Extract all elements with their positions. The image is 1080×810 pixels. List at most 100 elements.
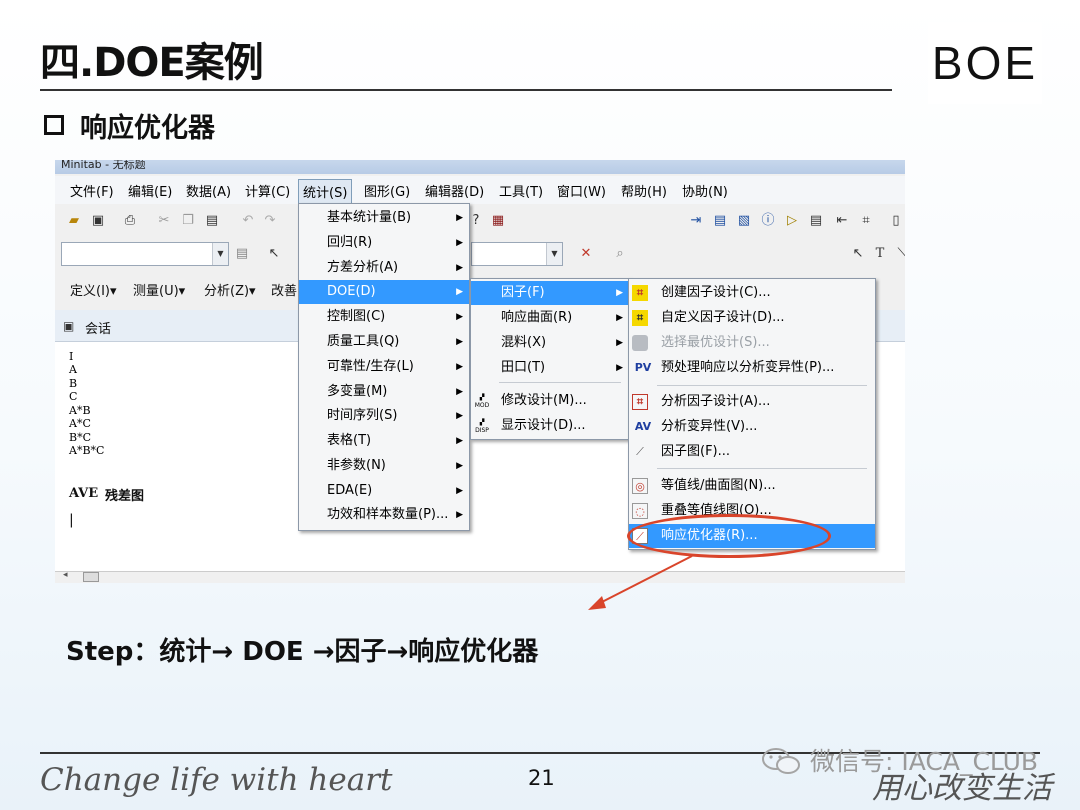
submenu-arrow-icon: ▶ (456, 461, 463, 471)
menu-file[interactable]: 文件(F) (70, 181, 114, 200)
menu-item-control-charts[interactable]: 控制图(C) ▶ (299, 305, 469, 329)
measure-dropdown[interactable]: 测量(U)▾ (133, 280, 185, 299)
menu-item-factorial[interactable]: 因子(F) ▶ (471, 281, 629, 305)
session-line: C (69, 390, 78, 403)
submenu-arrow-icon: ▶ (456, 486, 463, 496)
session-icon[interactable]: ⇥ (687, 212, 705, 230)
delete-icon[interactable]: ✕ (577, 245, 595, 263)
graph-combo[interactable]: ▼ (471, 242, 563, 266)
layout-icon[interactable]: ⌗ (857, 212, 875, 230)
horizontal-scrollbar[interactable] (55, 571, 905, 583)
line-tool-icon[interactable]: ⟍ (893, 245, 905, 263)
factorial-plot-icon: ⟋ (636, 445, 644, 458)
menu-item-taguchi[interactable]: 田口(T) ▶ (471, 356, 629, 380)
menu-stat[interactable]: 统计(S) (298, 179, 353, 204)
menu-item-analyze-variability[interactable]: AV 分析变异性(V)... (629, 415, 875, 439)
scroll-thumb[interactable] (83, 572, 99, 582)
zoom-icon[interactable]: ⌕ (611, 245, 629, 263)
factorial-submenu: ⌗ 创建因子设计(C)... ⌗ 自定义因子设计(D)... 选择最优设计(S)… (628, 278, 876, 550)
modify-design-icon: ▞ MOD (474, 394, 490, 409)
menu-item-mixture[interactable]: 混料(X) ▶ (471, 331, 629, 355)
open-icon[interactable]: ▰ (65, 212, 83, 230)
graph-folder-icon[interactable]: ▧ (735, 212, 753, 230)
menu-graph[interactable]: 图形(G) (364, 181, 410, 200)
more-icon[interactable]: ▯ (887, 212, 905, 230)
menu-window[interactable]: 窗口(W) (557, 181, 606, 200)
menu-item-nonparametrics[interactable]: 非参数(N) ▶ (299, 454, 469, 478)
menu-item-multivariate[interactable]: 多变量(M) ▶ (299, 380, 469, 404)
column-combo[interactable]: ▼ (61, 242, 229, 266)
menu-item-contour-surface[interactable]: ◎ 等值线/曲面图(N)... (629, 474, 875, 498)
submenu-arrow-icon: ▶ (456, 411, 463, 421)
ave-label: AVE (69, 486, 99, 501)
doe-submenu: 因子(F) ▶ 响应曲面(R) ▶ 混料(X) ▶ 田口(T) ▶ ▞ MOD 修改设计(… (470, 278, 630, 440)
menu-edit[interactable]: 编辑(E) (128, 181, 172, 200)
menu-item-quality-tools[interactable]: 质量工具(Q) ▶ (299, 330, 469, 354)
text-cursor: | (69, 512, 74, 528)
menu-item-custom-factorial[interactable]: ⌗ 自定义因子设计(D)... (629, 306, 875, 330)
chevron-down-icon: ▼ (212, 243, 228, 265)
print-icon[interactable]: ⎙ (121, 212, 139, 230)
menu-calc[interactable]: 计算(C) (245, 181, 290, 200)
menu-item-preprocess[interactable]: PV 预处理响应以分析变异性(P)... (629, 356, 875, 380)
paste-icon[interactable]: ▤ (203, 212, 221, 230)
report-icon[interactable]: ▤ (807, 212, 825, 230)
menu-item-basic-stats[interactable]: 基本统计量(B) ▶ (299, 206, 469, 230)
menu-item-factorial-plots[interactable]: ⟋ 因子图(F)... (629, 440, 875, 464)
improve-dropdown[interactable]: 改善 (271, 280, 297, 299)
related-icon[interactable]: ⇤ (833, 212, 851, 230)
select-arrow-icon[interactable]: ↖ (849, 245, 867, 263)
submenu-arrow-icon: ▶ (456, 238, 463, 248)
analyze-dropdown[interactable]: 分析(Z)▾ (204, 280, 256, 299)
menu-item-analyze-factorial[interactable]: ⌗ 分析因子设计(A)... (629, 390, 875, 414)
menu-item-anova[interactable]: 方差分析(A) ▶ (299, 256, 469, 280)
scroll-left-icon[interactable]: ◂ (63, 570, 68, 580)
project-manager-icon[interactable]: ▦ (489, 212, 507, 230)
save-icon[interactable]: ▣ (89, 212, 107, 230)
menu-item-regression[interactable]: 回归(R) ▶ (299, 231, 469, 255)
text-tool-icon[interactable]: T (871, 245, 889, 263)
standard-toolbar: ▰ ▣ ⎙ ✂ ❐ ▤ ↶ ↷ ? ▦ ⇥ ▤ ▧ ⓘ ▷ ▤ ⇤ ⌗ ▯ (55, 206, 905, 236)
overlaid-contour-icon: ◌ (632, 503, 648, 519)
section-subtitle: 响应优化器 (80, 113, 215, 144)
cut-icon[interactable]: ✂ (155, 212, 173, 230)
menu-item-doe[interactable]: DOE(D) ▶ (299, 280, 469, 304)
undo-icon[interactable]: ↶ (239, 212, 257, 230)
worksheet-icon[interactable]: ▤ (711, 212, 729, 230)
menu-item-display-design[interactable]: ▞ DISP 显示设计(D)... (471, 414, 629, 438)
define-dropdown[interactable]: 定义(I)▾ (70, 280, 117, 299)
menu-bar: 文件(F) 编辑(E) 数据(A) 计算(C) 统计(S) 图形(G) 编辑器(… (55, 176, 905, 204)
submenu-arrow-icon: ▶ (616, 288, 623, 298)
menu-assist[interactable]: 协助(N) (682, 181, 728, 200)
menu-item-modify-design[interactable]: ▞ MOD 修改设计(M)... (471, 389, 629, 413)
menu-tools[interactable]: 工具(T) (499, 181, 543, 200)
menu-item-time-series[interactable]: 时间序列(S) ▶ (299, 404, 469, 428)
history-icon[interactable]: ▷ (783, 212, 801, 230)
session-line: I (69, 350, 74, 363)
menu-item-select-optimal[interactable]: 选择最优设计(S)... (629, 331, 875, 355)
menu-item-create-factorial[interactable]: ⌗ 创建因子设计(C)... (629, 281, 875, 305)
contour-plot-icon: ◎ (632, 478, 648, 494)
info-icon[interactable]: ⓘ (759, 212, 777, 230)
copy-icon[interactable]: ❐ (179, 212, 197, 230)
submenu-arrow-icon: ▶ (456, 263, 463, 273)
columns-icon[interactable]: ▤ (233, 245, 251, 263)
menu-help[interactable]: 帮助(H) (621, 181, 667, 200)
submenu-arrow-icon: ▶ (456, 213, 463, 223)
submenu-arrow-icon: ▶ (456, 436, 463, 446)
square-bullet-icon (44, 115, 64, 135)
pv-icon: PV (634, 361, 652, 374)
menu-item-response-surface[interactable]: 响应曲面(R) ▶ (471, 306, 629, 330)
session-line: A*B (69, 404, 91, 417)
redo-icon[interactable]: ↷ (261, 212, 279, 230)
pointer-icon[interactable]: ↖ (265, 245, 283, 263)
session-line: A (69, 363, 77, 376)
analyze-factorial-icon: ⌗ (632, 394, 648, 410)
menu-item-reliability[interactable]: 可靠性/生存(L) ▶ (299, 355, 469, 379)
menu-editor[interactable]: 编辑器(D) (425, 181, 484, 200)
signature-text: 用心改变生活 (872, 771, 1052, 806)
menu-item-power-sample-size[interactable]: 功效和样本数量(P)... ▶ (299, 503, 469, 527)
menu-item-tables[interactable]: 表格(T) ▶ (299, 429, 469, 453)
menu-item-eda[interactable]: EDA(E) ▶ (299, 479, 469, 503)
menu-data[interactable]: 数据(A) (186, 181, 231, 200)
